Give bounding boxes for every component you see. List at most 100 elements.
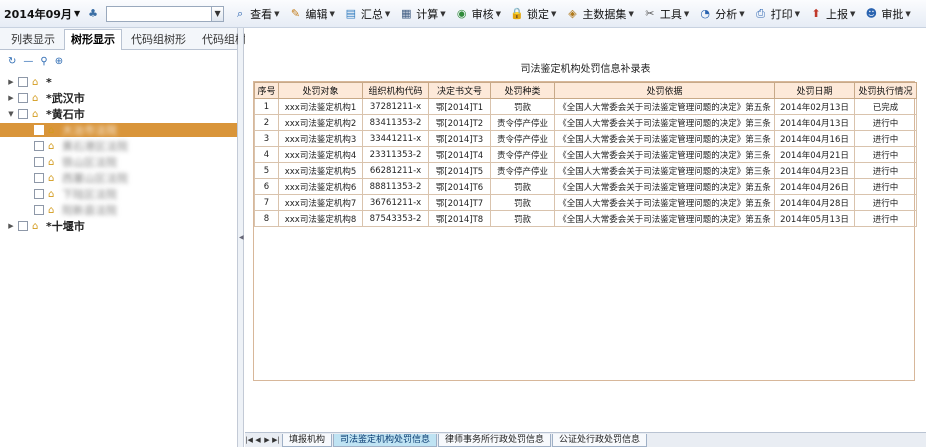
period-selector[interactable]: 2014年09月 ▼ — [4, 6, 80, 22]
table-cell[interactable]: 鄂[2014]T3 — [428, 130, 491, 147]
next-sheet-icon[interactable]: ▶ — [263, 436, 271, 444]
toolbar-button-4[interactable]: ◉ 审核 ▼ — [455, 6, 501, 22]
toolbar-button-9[interactable]: ⎙ 打印 ▼ — [754, 6, 800, 22]
table-cell[interactable]: 2014年04月23日 — [774, 162, 855, 179]
sheet-tab-0[interactable]: 填报机构 — [282, 433, 333, 447]
tree-node[interactable]: ⌂ 西塞山区法院 — [0, 171, 237, 185]
tree-node[interactable]: ⌂ 铁山区法院 — [0, 155, 237, 169]
table-cell[interactable]: 进行中 — [854, 130, 917, 147]
collapsed-arrow-icon[interactable]: ▶ — [6, 222, 16, 230]
search-dropdown-button[interactable]: ▼ — [212, 5, 225, 22]
table-cell[interactable]: xxx司法鉴定机构2 — [278, 114, 363, 131]
collapsed-arrow-icon[interactable]: ▶ — [6, 78, 16, 86]
toolbar-button-0[interactable]: ⌕ 查看 ▼ — [233, 6, 279, 22]
table-cell[interactable]: xxx司法鉴定机构7 — [278, 194, 363, 211]
toolbar-button-5[interactable]: 🔒 锁定 ▼ — [510, 6, 556, 22]
table-cell[interactable]: 鄂[2014]T2 — [428, 114, 491, 131]
table-cell[interactable]: 6 — [254, 178, 279, 195]
table-cell[interactable]: 责令停产停业 — [490, 162, 555, 179]
collapse-arrow-icon[interactable]: ◀ — [239, 234, 244, 241]
table-cell[interactable]: 37281211-x — [362, 98, 429, 115]
tree-checkbox[interactable] — [18, 93, 28, 103]
tree-node[interactable]: ⌂ 大冶市法院 — [0, 123, 237, 137]
expanded-arrow-icon[interactable]: ▼ — [6, 110, 16, 118]
prev-sheet-icon[interactable]: ◀ — [254, 436, 262, 444]
toolbar-button-8[interactable]: ◔ 分析 ▼ — [698, 6, 744, 22]
table-cell[interactable]: 进行中 — [854, 194, 917, 211]
table-cell[interactable]: 1 — [254, 98, 279, 115]
table-cell[interactable]: 23311353-2 — [362, 146, 429, 163]
search-icon[interactable]: ⚲ — [40, 56, 47, 67]
table-cell[interactable]: 进行中 — [854, 114, 917, 131]
tree-checkbox[interactable] — [18, 109, 28, 119]
locate-icon[interactable]: ⊕ — [55, 56, 63, 67]
table-cell[interactable]: xxx司法鉴定机构3 — [278, 130, 363, 147]
table-cell[interactable]: xxx司法鉴定机构4 — [278, 146, 363, 163]
table-cell[interactable]: 4 — [254, 146, 279, 163]
table-cell[interactable]: 33441211-x — [362, 130, 429, 147]
table-cell[interactable]: 2014年05月13日 — [774, 210, 855, 227]
tree-checkbox[interactable] — [34, 205, 44, 215]
toolbar-button-6[interactable]: ◈ 主数据集 ▼ — [565, 6, 634, 22]
table-cell[interactable]: 进行中 — [854, 178, 917, 195]
tab-1[interactable]: 树形显示 — [64, 29, 122, 50]
tree-checkbox[interactable] — [34, 141, 44, 151]
table-cell[interactable]: xxx司法鉴定机构5 — [278, 162, 363, 179]
tree-checkbox[interactable] — [34, 189, 44, 199]
sheet-tab-3[interactable]: 公证处行政处罚信息 — [552, 433, 648, 447]
last-sheet-icon[interactable]: ▶| — [272, 436, 280, 444]
table-cell[interactable]: 2014年04月16日 — [774, 130, 855, 147]
table-cell[interactable]: 鄂[2014]T5 — [428, 162, 491, 179]
table-cell[interactable]: 进行中 — [854, 162, 917, 179]
tab-2[interactable]: 代码组树形 — [124, 29, 193, 49]
collapsed-arrow-icon[interactable]: ▶ — [6, 94, 16, 102]
table-cell[interactable]: 鄂[2014]T1 — [428, 98, 491, 115]
toolbar-button-7[interactable]: ✂ 工具 ▼ — [643, 6, 689, 22]
tree-checkbox[interactable] — [34, 173, 44, 183]
table-cell[interactable]: 《全国人大常委会关于司法鉴定管理问题的决定》第五条 — [554, 210, 775, 227]
tree-node[interactable]: ▼ ⌂ *黄石市 — [0, 107, 237, 121]
table-cell[interactable]: xxx司法鉴定机构6 — [278, 178, 363, 195]
tree-node[interactable]: ▶ ⌂ *武汉市 — [0, 91, 237, 105]
table-cell[interactable]: 88811353-2 — [362, 178, 429, 195]
table-cell[interactable]: 责令停产停业 — [490, 130, 555, 147]
toolbar-button-1[interactable]: ✎ 编辑 ▼ — [288, 6, 335, 22]
table-cell[interactable]: 已完成 — [854, 98, 917, 115]
first-sheet-icon[interactable]: |◀ — [245, 436, 253, 444]
table-cell[interactable]: 《全国人大常委会关于司法鉴定管理问题的决定》第三条 — [554, 162, 775, 179]
tree-node[interactable]: ▶ ⌂ * — [0, 75, 237, 89]
panel-splitter[interactable]: ◀ — [238, 28, 244, 447]
sheet-tab-1[interactable]: 司法鉴定机构处罚信息 — [333, 433, 438, 447]
table-cell[interactable]: 36761211-x — [362, 194, 429, 211]
unit-filter-icon[interactable]: ♣ — [86, 7, 100, 21]
table-cell[interactable]: 66281211-x — [362, 162, 429, 179]
table-cell[interactable]: 进行中 — [854, 146, 917, 163]
table-cell[interactable]: 责令停产停业 — [490, 146, 555, 163]
table-cell[interactable]: 进行中 — [854, 210, 917, 227]
table-cell[interactable]: 鄂[2014]T8 — [428, 210, 491, 227]
table-cell[interactable]: 《全国人大常委会关于司法鉴定管理问题的决定》第五条 — [554, 178, 775, 195]
table-cell[interactable]: 2014年02月13日 — [774, 98, 855, 115]
tree-node[interactable]: ⌂ 阳新县法院 — [0, 203, 237, 217]
tree-checkbox[interactable] — [18, 77, 28, 87]
table-cell[interactable]: 2 — [254, 114, 279, 131]
refresh-icon[interactable]: ↻ — [8, 56, 16, 67]
tree-node[interactable]: ⌂ 下陆区法院 — [0, 187, 237, 201]
tree-node[interactable]: ⌂ 黄石港区法院 — [0, 139, 237, 153]
table-cell[interactable]: 罚款 — [490, 178, 555, 195]
sheet-tab-2[interactable]: 律师事务所行政处罚信息 — [438, 433, 552, 447]
table-cell[interactable]: 鄂[2014]T6 — [428, 178, 491, 195]
tab-0[interactable]: 列表显示 — [4, 29, 62, 49]
table-cell[interactable]: 87543353-2 — [362, 210, 429, 227]
toolbar-button-3[interactable]: ▦ 计算 ▼ — [399, 6, 446, 22]
tree-checkbox[interactable] — [18, 221, 28, 231]
table-cell[interactable]: 2014年04月21日 — [774, 146, 855, 163]
tree-checkbox[interactable] — [34, 125, 44, 135]
tree-node[interactable]: ▶ ⌂ *十堰市 — [0, 219, 237, 233]
toolbar-button-11[interactable]: ☻ 审批 ▼ — [864, 6, 911, 22]
table-cell[interactable]: 责令停产停业 — [490, 114, 555, 131]
table-cell[interactable]: 2014年04月13日 — [774, 114, 855, 131]
table-cell[interactable]: 罚款 — [490, 98, 555, 115]
table-cell[interactable]: 《全国人大常委会关于司法鉴定管理问题的决定》第五条 — [554, 98, 775, 115]
tree-checkbox[interactable] — [34, 157, 44, 167]
